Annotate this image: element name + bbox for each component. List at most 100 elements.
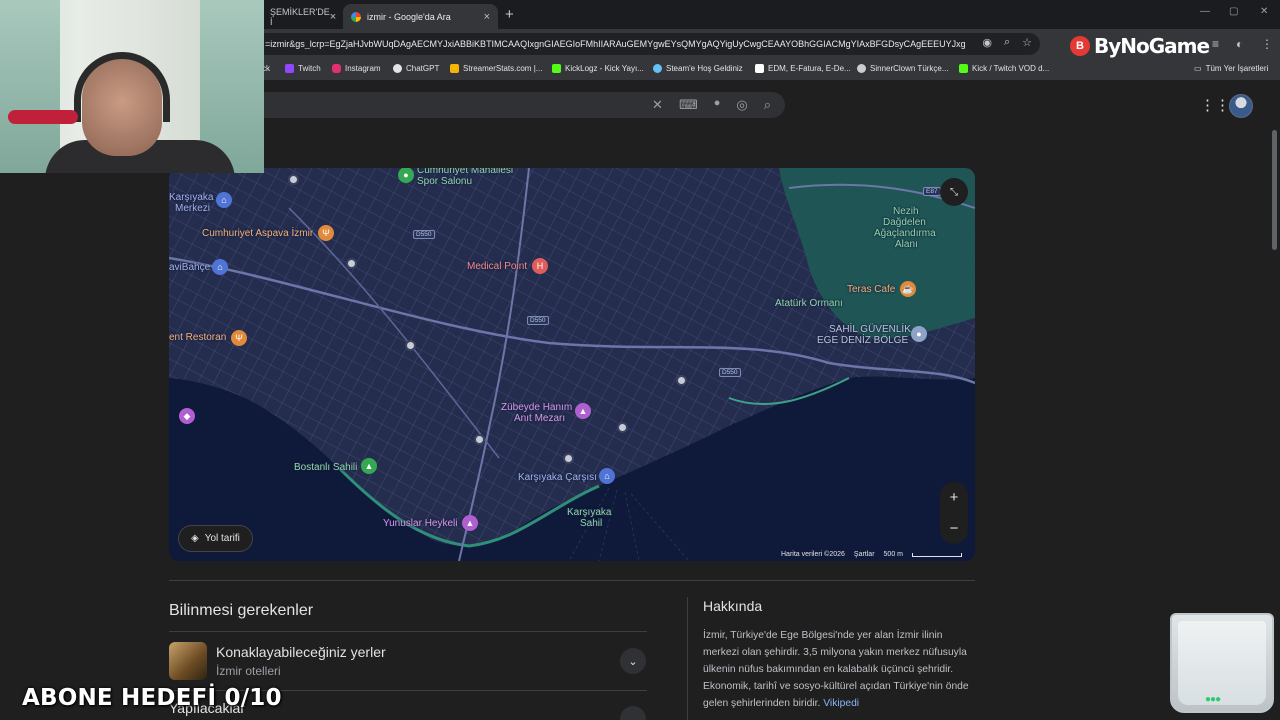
map-label[interactable]: Karşıyaka xyxy=(169,192,213,203)
chevron-down-icon[interactable]: ⌄ xyxy=(620,706,646,720)
clear-search-icon[interactable]: ✕ xyxy=(652,97,663,113)
map-label[interactable]: Atatürk Ormanı xyxy=(775,298,843,309)
bookmark-star-icon[interactable]: ☆ xyxy=(1022,36,1032,49)
row-title[interactable]: Konaklayabileceğiniz yerler xyxy=(216,644,386,660)
keyboard-icon[interactable]: ⌨ xyxy=(679,97,698,113)
monument-pin-icon[interactable]: ▲ xyxy=(462,515,478,531)
restaurant-pin-icon[interactable]: Ψ xyxy=(318,225,334,241)
map-label[interactable]: Merkezi xyxy=(175,203,210,214)
cafe-pin-icon[interactable]: ☕ xyxy=(900,281,916,297)
voice-search-icon[interactable]: ● xyxy=(714,97,721,113)
monument-pin-icon[interactable]: ▲ xyxy=(575,403,591,419)
transit-stop-icon[interactable] xyxy=(288,174,299,185)
scale-label: 500 m xyxy=(883,551,903,558)
hospital-pin-icon[interactable]: H xyxy=(532,258,548,274)
shopping-pin-icon[interactable]: ⌂ xyxy=(599,468,615,484)
jar-inner xyxy=(1178,621,1266,705)
map-label[interactable]: Medical Point xyxy=(467,261,527,272)
tab-1[interactable]: ŞEMİKLER'DE İ × xyxy=(262,4,342,29)
map-label[interactable]: Cumhuriyet Mahallesi xyxy=(417,168,513,176)
bookmark-twitch[interactable]: Twitch xyxy=(285,64,321,73)
tab-2-close-icon[interactable]: × xyxy=(484,11,490,23)
restaurant-pin-icon[interactable]: Ψ xyxy=(231,330,247,346)
transit-stop-icon[interactable] xyxy=(474,434,485,445)
map-label[interactable]: Sahil xyxy=(580,518,602,529)
lens-icon[interactable]: ◎ xyxy=(736,97,747,113)
zoom-icon[interactable]: ⌕ xyxy=(1004,36,1010,49)
bookmark-kick-vod[interactable]: Kick / Twitch VOD d... xyxy=(959,64,1049,73)
zoom-in-button[interactable]: + xyxy=(950,489,959,506)
row-divider xyxy=(169,631,647,632)
expand-map-icon[interactable]: ⤡ xyxy=(940,178,968,206)
transit-stop-icon[interactable] xyxy=(346,258,357,269)
terms-link[interactable]: Şartlar xyxy=(854,551,875,558)
map-label[interactable]: Alanı xyxy=(895,239,918,250)
map-label[interactable]: Yunuslar Heykeli xyxy=(383,518,457,529)
park-pin-icon[interactable]: ▲ xyxy=(361,458,377,474)
extension-icon[interactable]: ≡ xyxy=(1212,37,1219,51)
transit-stop-icon[interactable] xyxy=(617,422,628,433)
address-bar[interactable]: =izmir&gs_lcrp=EgZjaHJvbWUqDAgAECMYJxiAB… xyxy=(250,33,1040,55)
bookmark-steam[interactable]: Steam'e Hoş Geldiniz xyxy=(653,64,743,73)
location-pin-icon[interactable]: ● xyxy=(911,326,927,342)
bookmark-sinnerclown[interactable]: SinnerClown Türkçe... xyxy=(857,64,949,73)
hotel-thumbnail[interactable] xyxy=(169,642,207,680)
map-label[interactable]: Zübeyde Hanım xyxy=(501,402,572,413)
map-label[interactable]: Anıt Mezarı xyxy=(514,413,565,424)
page-scrollbar[interactable] xyxy=(1272,130,1277,250)
chevron-down-icon[interactable]: ⌄ xyxy=(620,648,646,674)
maximize-button[interactable]: ▢ xyxy=(1229,6,1238,17)
attraction-pin-icon[interactable]: ◆ xyxy=(179,408,195,424)
transit-stop-icon[interactable] xyxy=(563,453,574,464)
tab-1-title: ŞEMİKLER'DE İ xyxy=(270,6,330,27)
webcam-overlay xyxy=(0,0,264,173)
map-label[interactable]: EGE DENİZ BÖLGE xyxy=(817,335,908,346)
search-input[interactable]: ✕ ⌨ ● ◎ ⌕ xyxy=(200,92,785,118)
search-icon[interactable]: ⌕ xyxy=(764,97,771,113)
bookmark-label: Instagram xyxy=(345,64,381,73)
bookmark-kicklogz[interactable]: KickLogz - Kick Yayı... xyxy=(552,64,644,73)
map-label[interactable]: SAHİL GÜVENLİK xyxy=(829,324,911,335)
new-tab-button[interactable]: + xyxy=(505,6,514,23)
tab-2[interactable]: izmir - Google'da Ara × xyxy=(343,4,498,29)
transit-stop-icon[interactable] xyxy=(676,375,687,386)
wikipedia-link[interactable]: Vikipedi xyxy=(823,698,859,709)
bookmark-edm[interactable]: EDM, E-Fatura, E-De... xyxy=(755,64,851,73)
map-label[interactable]: Cumhuriyet Aspava İzmir xyxy=(202,228,313,239)
road-sign: E87 xyxy=(923,187,941,196)
all-bookmarks[interactable]: ▭ Tüm Yer İşaretleri xyxy=(1194,64,1268,73)
map-panel[interactable]: Cumhuriyet Mahallesi Spor Salonu Karşıya… xyxy=(169,168,975,561)
bookmark-streamerstats[interactable]: StreamerStats.com |... xyxy=(450,64,542,73)
zoom-control: + − xyxy=(940,482,968,544)
map-label[interactable]: Karşıyaka Çarşısı xyxy=(518,472,597,483)
bookmark-label: StreamerStats.com |... xyxy=(463,64,543,73)
location-icon[interactable]: ◉ xyxy=(982,36,992,49)
transit-stop-icon[interactable] xyxy=(405,340,416,351)
minimize-button[interactable]: — xyxy=(1200,6,1210,17)
close-window-button[interactable]: ✕ xyxy=(1260,6,1268,17)
candy-jar-overlay xyxy=(1170,613,1274,713)
shopping-pin-icon[interactable]: ⌂ xyxy=(216,192,232,208)
map-label[interactable]: ent Restoran xyxy=(169,332,226,343)
map-label[interactable]: Spor Salonu xyxy=(417,176,472,187)
tab-1-close-icon[interactable]: × xyxy=(330,11,336,23)
map-label[interactable]: Bostanlı Sahili xyxy=(294,462,357,473)
scale-bar xyxy=(912,552,962,557)
map-label[interactable]: aviBahçe xyxy=(169,262,210,273)
shopping-pin-icon[interactable]: ⌂ xyxy=(212,259,228,275)
sinnerclown-icon xyxy=(857,64,866,73)
zoom-out-button[interactable]: − xyxy=(950,520,959,537)
map-label[interactable]: Dağdelen xyxy=(883,217,926,228)
directions-button[interactable]: ◈ Yol tarifi xyxy=(178,525,253,552)
bookmark-instagram[interactable]: Instagram xyxy=(332,64,381,73)
map-label[interactable]: Ağaçlandırma xyxy=(874,228,936,239)
map-label[interactable]: Nezih xyxy=(893,206,919,217)
map-label[interactable]: Karşıyaka xyxy=(567,507,611,518)
profile-icon[interactable]: ◐ xyxy=(1236,37,1243,51)
bookmark-chatgpt[interactable]: ChatGPT xyxy=(393,64,439,73)
menu-icon[interactable]: ⋮ xyxy=(1261,37,1273,51)
map-label[interactable]: Teras Cafe xyxy=(847,284,895,295)
avatar[interactable] xyxy=(1229,94,1253,118)
steam-icon xyxy=(653,64,662,73)
twitch-icon xyxy=(285,64,294,73)
